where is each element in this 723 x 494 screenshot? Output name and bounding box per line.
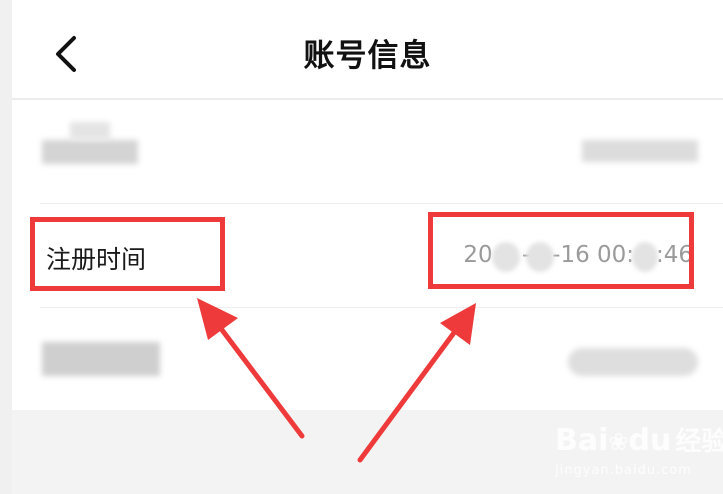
watermark-url: jingyan.baidu.com — [555, 463, 692, 478]
arrow-icon — [357, 303, 476, 463]
watermark-brand-2: du — [628, 423, 672, 458]
baidu-watermark: Bai❀du 经验 jingyan.baidu.com — [555, 423, 723, 479]
watermark-brand: Bai — [555, 423, 609, 458]
annotation-arrows — [197, 298, 476, 463]
arrow-icon — [197, 298, 305, 439]
watermark-cn: 经验 — [675, 427, 723, 457]
paw-icon: ❀ — [608, 428, 629, 456]
